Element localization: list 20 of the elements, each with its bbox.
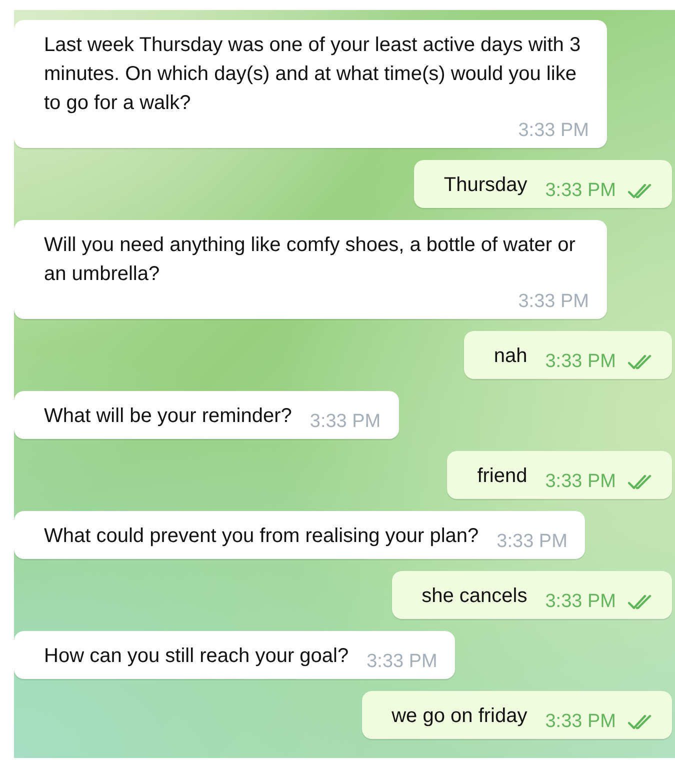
message-time: 3:33 PM xyxy=(545,351,616,373)
message-text: Thursday xyxy=(444,173,528,198)
message-text: What will be your reminder? xyxy=(44,404,292,429)
message-text: she cancels xyxy=(422,584,528,609)
message-time: 3:33 PM xyxy=(310,411,381,433)
message-time: 3:33 PM xyxy=(366,651,438,673)
message-text: friend xyxy=(477,464,528,489)
message-text: we go on friday xyxy=(392,704,528,729)
message-time: 3:33 PM xyxy=(545,711,616,733)
message-time: 3:33 PM xyxy=(545,180,616,202)
message-time: 3:33 PM xyxy=(518,291,589,313)
message-text: Will you need anything like comfy shoes, a bottle of water or an umbrella? xyxy=(44,233,576,287)
message-text: nah xyxy=(494,344,528,369)
message-text: Last week Thursday was one of your least active days with 3 minutes. On which day(s) and at what time(s) would you like to go for a walk? xyxy=(44,33,582,116)
message-text: What could prevent you from realising your plan? xyxy=(44,524,479,549)
message-time: 3:33 PM xyxy=(545,591,616,613)
message-time: 3:33 PM xyxy=(518,120,589,142)
message-time: 3:33 PM xyxy=(496,531,568,553)
message-time: 3:33 PM xyxy=(545,471,616,493)
message-text: How can you still reach your goal? xyxy=(44,644,349,669)
